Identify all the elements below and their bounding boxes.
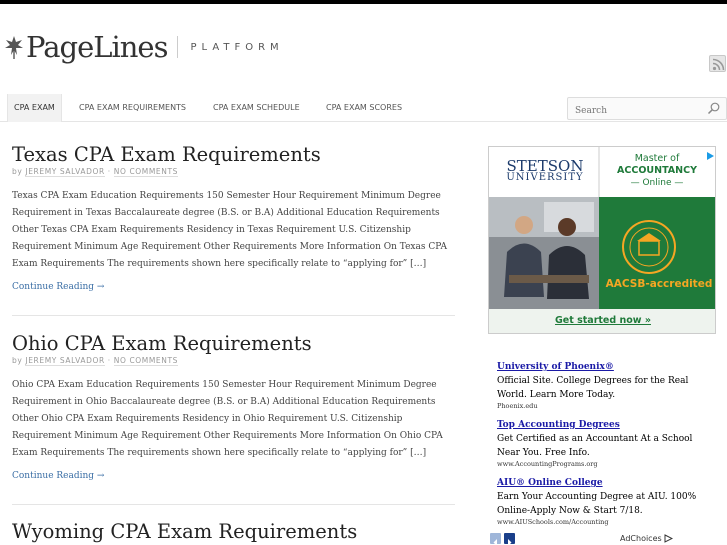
ad-url[interactable]: Phoenix.edu bbox=[497, 402, 717, 410]
banner-school-sub: UNIVERSITY bbox=[506, 172, 584, 183]
ad-url[interactable]: www.AccountingPrograms.org bbox=[497, 460, 717, 468]
adchoices-label: AdChoices bbox=[620, 534, 662, 543]
banner-ad[interactable]: STETSON UNIVERSITY Master of ACCOUNTANCY… bbox=[488, 146, 716, 334]
rss-feed-button[interactable] bbox=[709, 55, 726, 72]
post-texas: Texas CPA Exam Requirements by JEREMY SA… bbox=[12, 143, 455, 293]
ad-title-link[interactable]: Top Accounting Degrees bbox=[497, 420, 717, 430]
ad-title-link[interactable]: AIU® Online College bbox=[497, 478, 717, 488]
continue-reading-link[interactable]: Continue Reading → bbox=[12, 282, 104, 292]
ad-title-link[interactable]: University of Phoenix® bbox=[497, 362, 717, 372]
rss-icon bbox=[712, 58, 725, 71]
author-link[interactable]: JEREMY SALVADOR bbox=[25, 167, 105, 177]
post-ohio: Ohio CPA Exam Requirements by JEREMY SAL… bbox=[12, 332, 455, 482]
adchoices-link[interactable]: AdChoices bbox=[620, 534, 674, 543]
search-input[interactable] bbox=[568, 100, 698, 122]
post-wyoming: Wyoming CPA Exam Requirements bbox=[12, 520, 455, 543]
byline-by: by bbox=[12, 356, 23, 365]
brand-name: PageLines bbox=[26, 30, 168, 64]
chevron-right-icon bbox=[508, 539, 512, 545]
byline-separator: · bbox=[107, 167, 111, 176]
banner-program-line3: — Online — bbox=[630, 178, 684, 188]
ad-prev-button[interactable] bbox=[490, 533, 501, 545]
search-box bbox=[567, 97, 727, 122]
search-icon[interactable] bbox=[707, 102, 720, 115]
text-ad[interactable]: Top Accounting Degrees Get Certified as … bbox=[497, 420, 717, 468]
ad-description: Get Certified as an Accountant At a Scho… bbox=[497, 434, 693, 458]
post-divider bbox=[12, 315, 455, 316]
post-byline: by JEREMY SALVADOR · NO COMMENTS bbox=[12, 356, 455, 366]
byline-by: by bbox=[12, 167, 23, 176]
chevron-left-icon bbox=[493, 539, 497, 545]
post-byline: by JEREMY SALVADOR · NO COMMENTS bbox=[12, 167, 455, 177]
comments-link[interactable]: NO COMMENTS bbox=[113, 167, 179, 177]
post-title[interactable]: Ohio CPA Exam Requirements bbox=[12, 332, 455, 355]
nav-item-cpa-exam-scores[interactable]: CPA EXAM SCORES bbox=[326, 94, 402, 122]
text-ad[interactable]: University of Phoenix® Official Site. Co… bbox=[497, 362, 717, 410]
post-title[interactable]: Wyoming CPA Exam Requirements bbox=[12, 520, 455, 543]
post-excerpt: Ohio CPA Exam Education Requirements 150… bbox=[12, 380, 443, 458]
brand-tagline: PLATFORM bbox=[190, 41, 284, 53]
logo-divider bbox=[177, 36, 179, 58]
nav-item-cpa-exam[interactable]: CPA EXAM bbox=[7, 94, 62, 122]
post-divider bbox=[12, 504, 455, 505]
post-title[interactable]: Texas CPA Exam Requirements bbox=[12, 143, 455, 166]
post-excerpt: Texas CPA Exam Education Requirements 15… bbox=[12, 191, 447, 269]
banner-program-line1: Master of bbox=[634, 153, 680, 164]
continue-reading-link[interactable]: Continue Reading → bbox=[12, 471, 104, 481]
site-logo[interactable]: PageLines PLATFORM bbox=[4, 30, 284, 64]
banner-program-line2: ACCOUNTANCY bbox=[617, 165, 697, 176]
ad-next-button[interactable] bbox=[504, 533, 515, 545]
adchoices-icon bbox=[664, 534, 674, 543]
nav-item-cpa-exam-schedule[interactable]: CPA EXAM SCHEDULE bbox=[213, 94, 300, 122]
ad-description: Earn Your Accounting Degree at AIU. 100%… bbox=[497, 492, 697, 516]
banner-cta[interactable]: Get started now » bbox=[489, 315, 715, 326]
text-ad[interactable]: AIU® Online College Earn Your Accounting… bbox=[497, 478, 717, 526]
banner-accreditation: AACSB-accredited bbox=[605, 278, 713, 290]
comments-link[interactable]: NO COMMENTS bbox=[113, 356, 179, 366]
ad-description: Official Site. College Degrees for the R… bbox=[497, 376, 689, 400]
top-bar bbox=[0, 0, 727, 4]
leaf-logo-icon bbox=[5, 36, 23, 59]
author-link[interactable]: JEREMY SALVADOR bbox=[25, 356, 105, 366]
nav-item-cpa-exam-requirements[interactable]: CPA EXAM REQUIREMENTS bbox=[79, 94, 186, 122]
ad-url[interactable]: www.AIUSchools.com/Accounting bbox=[497, 518, 717, 526]
byline-separator: · bbox=[107, 356, 111, 365]
